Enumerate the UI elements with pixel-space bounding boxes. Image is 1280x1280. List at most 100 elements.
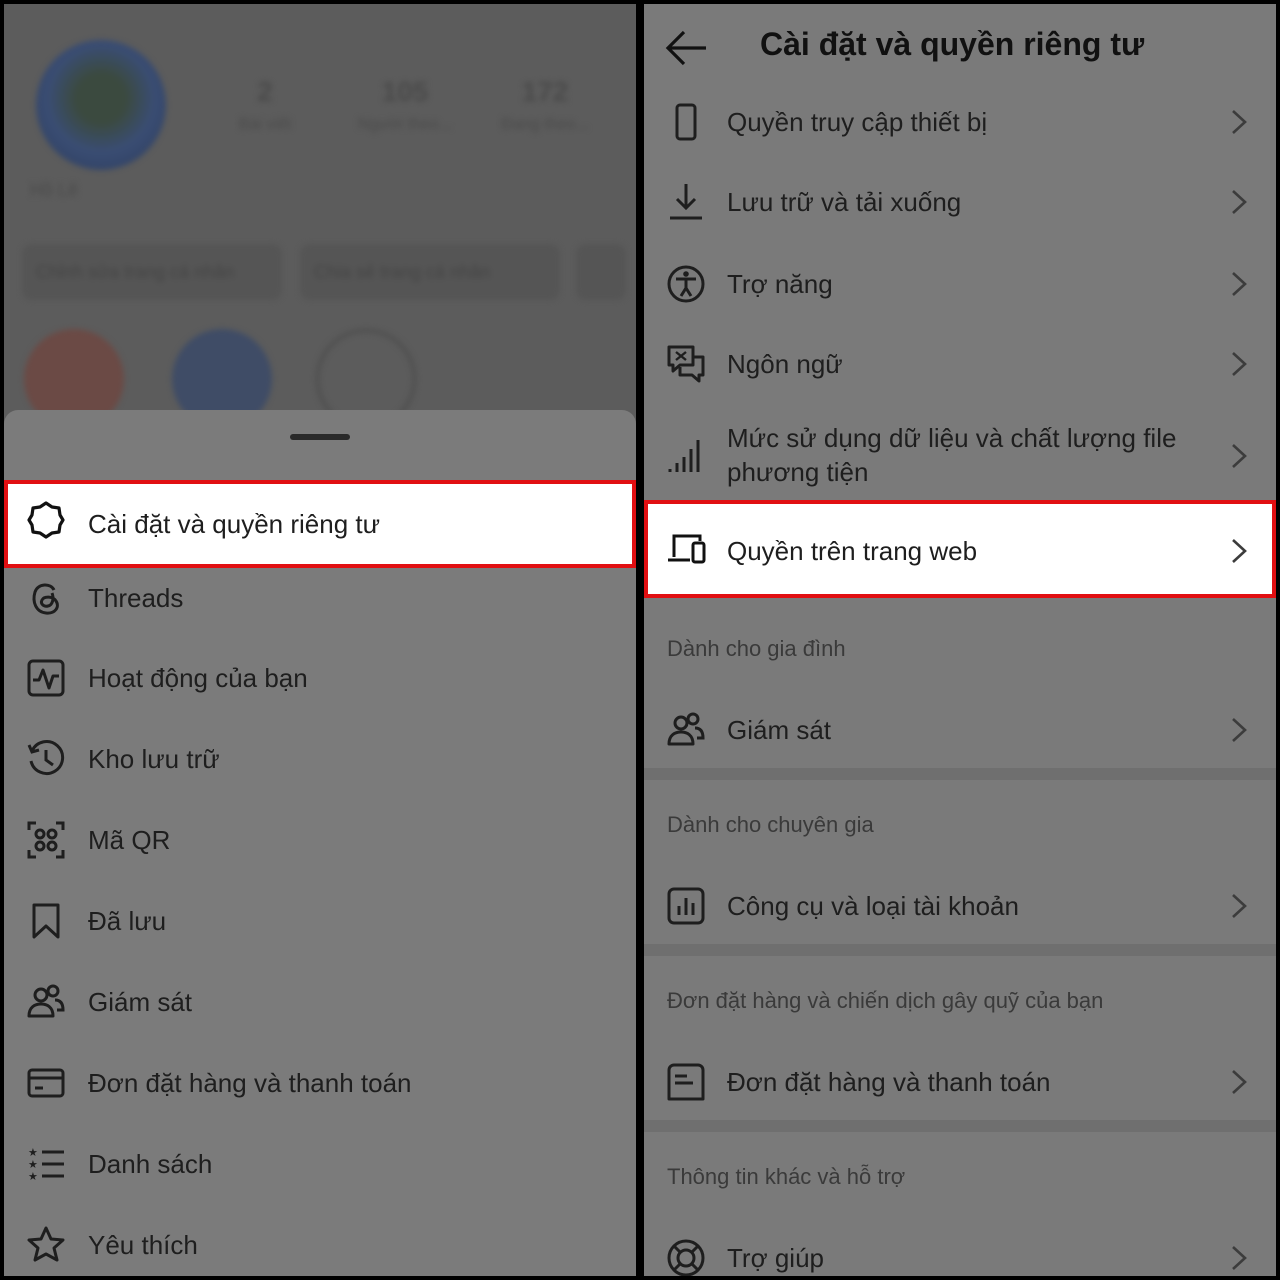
language-icon [666,344,706,384]
supervision-people-icon [666,710,706,750]
settings-item-website-permissions[interactable]: Quyền trên trang web [644,500,1276,598]
menu-item-label: Hoạt động của bạn [88,662,308,693]
chevron-right-icon [1230,1068,1248,1096]
signal-bars-icon [666,436,706,476]
star-icon [26,1225,66,1265]
section-divider [644,944,1276,956]
settings-item-label: Ngôn ngữ [727,349,843,379]
menu-item-archive[interactable]: Kho lưu trữ [4,719,636,799]
list-icon: ★ ★ ★ [26,1144,66,1184]
bottom-sheet: Cài đặt và quyền riêng tư Threads Hoạt đ… [4,410,636,1276]
menu-item-lists[interactable]: ★ ★ ★ Danh sách [4,1124,636,1204]
share-profile-button: Chia sẻ trang cá nhân [300,244,560,300]
section-header-orders-fundraisers: Đơn đặt hàng và chiến dịch gây quỹ của b… [667,988,1104,1013]
threads-icon [26,578,66,618]
settings-item-label: Giám sát [727,715,832,745]
menu-item-label: Threads [88,582,184,613]
menu-item-supervision[interactable]: Giám sát [4,962,636,1042]
menu-item-label: Đơn đặt hàng và thanh toán [88,1067,412,1098]
insights-chart-icon [666,886,706,926]
settings-item-label: Lưu trữ và tải xuống [727,187,962,217]
menu-item-label: Giám sát [88,986,193,1017]
sheet-handle[interactable] [290,434,350,440]
chevron-right-icon [1230,716,1248,744]
settings-item-language[interactable]: Ngôn ngữ [644,322,1276,402]
stat-posts: 2 Bài viết [210,76,320,134]
section-header-other-support: Thông tin khác và hỗ trợ [667,1164,906,1189]
settings-item-label: Công cụ và loại tài khoản [727,891,1019,921]
stat-following-count: 172 [521,76,569,107]
page-title: Cài đặt và quyền riêng tư [760,26,1145,62]
menu-item-activity[interactable]: Hoạt động của bạn [4,638,636,718]
settings-item-help[interactable]: Trợ giúp [644,1216,1276,1276]
settings-item-label: Trợ năng [727,269,833,299]
section-header-family: Dành cho gia đình [667,636,846,661]
settings-item-label: Trợ giúp [727,1243,825,1273]
menu-item-saved[interactable]: Đã lưu [4,881,636,961]
chevron-right-icon [1230,442,1248,470]
qr-code-icon [26,820,66,860]
receipt-icon [666,1062,706,1102]
activity-icon [26,658,66,698]
stat-followers: 105 Người theo... [350,76,460,134]
phone-icon [666,102,706,142]
chevron-right-icon [1230,1244,1248,1272]
menu-item-label: Danh sách [88,1148,213,1179]
settings-item-data-usage[interactable]: Mức sử dụng dữ liệu và chất lượng file p… [644,404,1276,498]
left-screen: 2 Bài viết 105 Người theo... 172 Đang th… [4,4,636,1276]
menu-item-favorites[interactable]: Yêu thích [4,1205,636,1276]
menu-item-label: Cài đặt và quyền riêng tư [88,508,381,539]
svg-text:★: ★ [28,1170,38,1183]
lifebuoy-icon [666,1238,706,1276]
settings-item-label: Đơn đặt hàng và thanh toán [727,1067,1051,1097]
settings-item-label: Quyền trên trang web [727,536,978,566]
chevron-right-icon [1230,350,1248,378]
settings-gear-icon [26,500,66,540]
settings-item-accessibility[interactable]: Trợ năng [644,242,1276,322]
menu-item-orders-payments[interactable]: Đơn đặt hàng và thanh toán [4,1043,636,1123]
section-header-professional: Dành cho chuyên gia [667,812,874,837]
menu-item-label: Yêu thích [88,1229,198,1260]
menu-item-qr[interactable]: Mã QR [4,800,636,880]
stat-posts-count: 2 [257,76,273,107]
chevron-right-icon [1230,270,1248,298]
stat-following: 172 Đang theo... [490,76,600,134]
settings-header: Cài đặt và quyền riêng tư [644,4,1276,92]
bookmark-icon [26,901,66,941]
settings-item-storage-download[interactable]: Lưu trữ và tải xuống [644,162,1276,242]
settings-item-tools-account-type[interactable]: Công cụ và loại tài khoản [644,864,1276,944]
profile-name: Hồ Lê [30,180,79,200]
back-arrow-icon[interactable] [664,28,710,68]
menu-item-label: Kho lưu trữ [88,743,220,774]
archive-history-icon [26,739,66,779]
profile-backdrop: 2 Bài viết 105 Người theo... 172 Đang th… [4,4,636,429]
download-icon [666,182,706,222]
chevron-right-icon [1230,537,1248,565]
chevron-right-icon [1230,108,1248,136]
chevron-right-icon [1230,892,1248,920]
menu-item-label: Mã QR [88,824,171,855]
stat-posts-label: Bài viết [238,116,292,133]
settings-item-supervision[interactable]: Giám sát [644,688,1276,768]
menu-item-label: Đã lưu [88,905,167,936]
add-person-button [576,244,626,300]
stat-following-label: Đang theo... [501,116,589,133]
supervision-people-icon [26,982,66,1022]
section-divider [644,768,1276,780]
right-screen: Cài đặt và quyền riêng tư Quyền truy cập… [644,4,1276,1276]
menu-item-threads[interactable]: Threads [4,558,636,638]
settings-item-orders-payments[interactable]: Đơn đặt hàng và thanh toán [644,1040,1276,1120]
settings-item-label: Quyền truy cập thiết bị [727,107,988,137]
settings-item-device-access[interactable]: Quyền truy cập thiết bị [644,82,1276,162]
stat-followers-count: 105 [381,76,429,107]
menu-item-settings[interactable]: Cài đặt và quyền riêng tư [4,480,636,568]
accessibility-icon [666,264,706,304]
chevron-right-icon [1230,188,1248,216]
avatar [36,40,166,170]
devices-icon [666,529,706,569]
edit-profile-button: Chỉnh sửa trang cá nhân [22,244,282,300]
section-divider [644,1120,1276,1132]
stat-followers-label: Người theo... [357,116,453,133]
settings-item-label: Mức sử dụng dữ liệu và chất lượng file p… [727,423,1177,487]
card-icon [26,1063,66,1103]
